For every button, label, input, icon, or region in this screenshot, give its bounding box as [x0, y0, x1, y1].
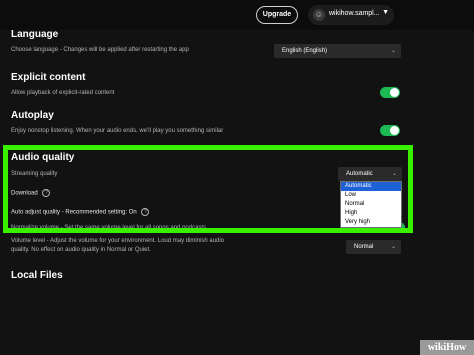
- wikihow-watermark: wikiHow: [420, 340, 474, 355]
- volume-level-selected: Normal: [354, 244, 374, 250]
- chevron-down-icon: ⌄: [390, 244, 396, 250]
- language-description: Choose language - Changes will be applie…: [11, 47, 189, 53]
- language-section-title: Language: [11, 29, 59, 40]
- auto-adjust-row: Auto adjust quality - Recommended settin…: [11, 208, 150, 216]
- auto-adjust-label: Auto adjust quality - Recommended settin…: [11, 209, 137, 216]
- title-bar: Upgrade ☺ wikihow.sampl... ▼: [0, 0, 474, 30]
- volume-level-label-2: quality. No effect on audio quality in N…: [11, 247, 151, 253]
- autoplay-toggle[interactable]: [380, 125, 400, 136]
- option-automatic[interactable]: Automatic: [341, 182, 401, 191]
- watermark-wiki: wiki: [427, 342, 447, 353]
- normalize-volume-label: Normalize volume - Set the same volume l…: [11, 225, 207, 231]
- option-high[interactable]: High: [341, 209, 401, 218]
- explicit-section-title: Explicit content: [11, 72, 86, 83]
- streaming-quality-options: Automatic Low Normal High Very high: [340, 181, 402, 228]
- autoplay-description: Enjoy nonstop listening. When your audio…: [11, 128, 224, 134]
- toggle-knob: [390, 88, 399, 97]
- explicit-toggle[interactable]: [380, 87, 400, 98]
- streaming-quality-label: Streaming quality: [11, 171, 58, 177]
- upgrade-button[interactable]: Upgrade: [256, 6, 298, 24]
- option-low[interactable]: Low: [341, 191, 401, 200]
- explicit-description: Allow playback of explicit-rated content: [11, 90, 115, 96]
- user-menu[interactable]: ☺ wikihow.sampl... ▼: [308, 5, 394, 25]
- chevron-down-icon: ▼: [382, 9, 389, 16]
- autoplay-section-title: Autoplay: [11, 110, 54, 121]
- chevron-down-icon: ⌄: [390, 48, 396, 54]
- info-icon[interactable]: ?: [141, 208, 150, 216]
- info-icon[interactable]: ?: [42, 189, 51, 197]
- volume-level-dropdown[interactable]: Normal ⌄: [346, 240, 401, 254]
- watermark-how: How: [446, 342, 467, 353]
- language-selected-value: English (English): [282, 48, 328, 54]
- user-icon: ☺: [313, 9, 325, 21]
- streaming-quality-dropdown[interactable]: Automatic ⌄: [338, 167, 402, 181]
- option-normal[interactable]: Normal: [341, 200, 401, 209]
- download-label: Download: [11, 190, 38, 197]
- language-dropdown[interactable]: English (English) ⌄: [274, 44, 401, 58]
- local-files-section-title: Local Files: [11, 270, 63, 281]
- streaming-quality-selected: Automatic: [346, 171, 373, 177]
- chevron-down-icon: ⌄: [391, 171, 397, 177]
- option-very-high[interactable]: Very high: [341, 218, 401, 227]
- download-label-row: Download ?: [11, 189, 51, 197]
- audio-quality-section-title: Audio quality: [11, 152, 75, 163]
- volume-level-label-1: Volume level - Adjust the volume for you…: [11, 238, 225, 244]
- username-label: wikihow.sampl...: [329, 10, 380, 17]
- toggle-knob: [390, 126, 399, 135]
